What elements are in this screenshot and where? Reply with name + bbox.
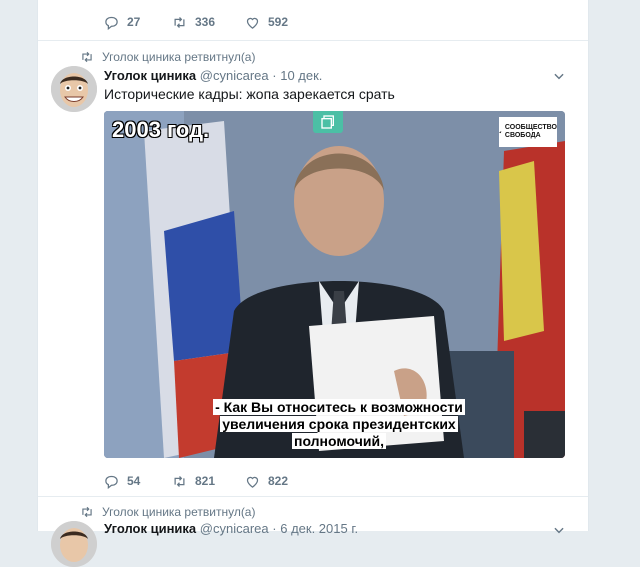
retweet-button[interactable]: 336	[172, 15, 245, 30]
subtitle-line-2: увеличения срока президентских	[220, 416, 458, 432]
author-name[interactable]: Уголок циника	[104, 521, 196, 536]
reply-count: 54	[127, 474, 141, 488]
gif-toggle-button[interactable]	[313, 111, 343, 133]
tweet-date[interactable]: 10 дек.	[280, 68, 322, 83]
like-count: 592	[268, 15, 289, 29]
badge-line-2: СВОБОДА	[504, 132, 541, 139]
avatar[interactable]	[51, 521, 97, 567]
retweet-count: 821	[195, 474, 216, 488]
retweet-context[interactable]: Уголок циника ретвитнул(а)	[80, 50, 255, 64]
reply-button[interactable]: 27	[104, 15, 172, 30]
like-count: 822	[268, 474, 289, 488]
video-subtitle: - Как Вы относитесь к возможности увелич…	[179, 399, 499, 450]
date-separator: ·	[272, 68, 277, 83]
tweet-date[interactable]: 6 дек. 2015 г.	[280, 521, 358, 536]
video-year-caption: 2003 год.	[112, 117, 210, 142]
date-separator: ·	[272, 521, 277, 536]
chevron-down-icon[interactable]	[552, 523, 566, 537]
retweet-icon	[82, 506, 92, 518]
community-logo: СООБЩЕСТВО СВОБОДА	[499, 117, 557, 147]
retweet-context-label: Уголок циника ретвитнул(а)	[102, 505, 256, 519]
retweet-icon	[82, 51, 92, 63]
tweet-divider	[38, 40, 588, 41]
tweet-divider	[38, 496, 588, 497]
retweet-button[interactable]: 821	[172, 474, 245, 489]
reply-icon	[105, 16, 118, 30]
subtitle-line-3: полномочий,	[292, 433, 386, 449]
tweet-text: Исторические кадры: жопа зарекается срат…	[104, 86, 395, 102]
like-icon	[246, 476, 259, 488]
badge-line-1: СООБЩЕСТВО	[504, 124, 557, 131]
like-button[interactable]: 592	[245, 15, 288, 30]
gif-icon	[321, 115, 334, 129]
avatar[interactable]	[51, 66, 97, 112]
subtitle-line-1: - Как Вы относитесь к возможности	[213, 399, 465, 415]
tweet-actions-prev: 27 336 592	[104, 12, 288, 32]
tweet-header: Уголок циника @cynicarea · 6 дек. 2015 г…	[104, 521, 358, 536]
like-icon	[246, 17, 259, 29]
chevron-down-icon[interactable]	[552, 69, 566, 83]
tweet-actions: 54 821 822	[104, 471, 288, 491]
author-handle[interactable]: @cynicarea	[200, 521, 269, 536]
author-handle[interactable]: @cynicarea	[200, 68, 269, 83]
tweet-media-video[interactable]: 2003 год. СООБЩЕСТВО СВОБОДА - Как Вы от…	[104, 111, 565, 458]
retweet-context-label: Уголок циника ретвитнул(а)	[102, 50, 256, 64]
retweet-context[interactable]: Уголок циника ретвитнул(а)	[80, 505, 255, 519]
timeline-column: 27 336 592 Уголок циника ретвитнул(а) Уг…	[37, 0, 589, 567]
reply-icon	[105, 475, 118, 489]
retweet-count: 336	[195, 15, 216, 29]
reply-button[interactable]: 54	[104, 474, 172, 489]
bird-icon	[499, 131, 502, 134]
retweet-icon	[174, 475, 185, 487]
like-button[interactable]: 822	[245, 474, 288, 489]
tweet-header: Уголок циника @cynicarea · 10 дек.	[104, 68, 322, 83]
author-name[interactable]: Уголок циника	[104, 68, 196, 83]
reply-count: 27	[127, 15, 141, 29]
retweet-icon	[174, 16, 185, 28]
